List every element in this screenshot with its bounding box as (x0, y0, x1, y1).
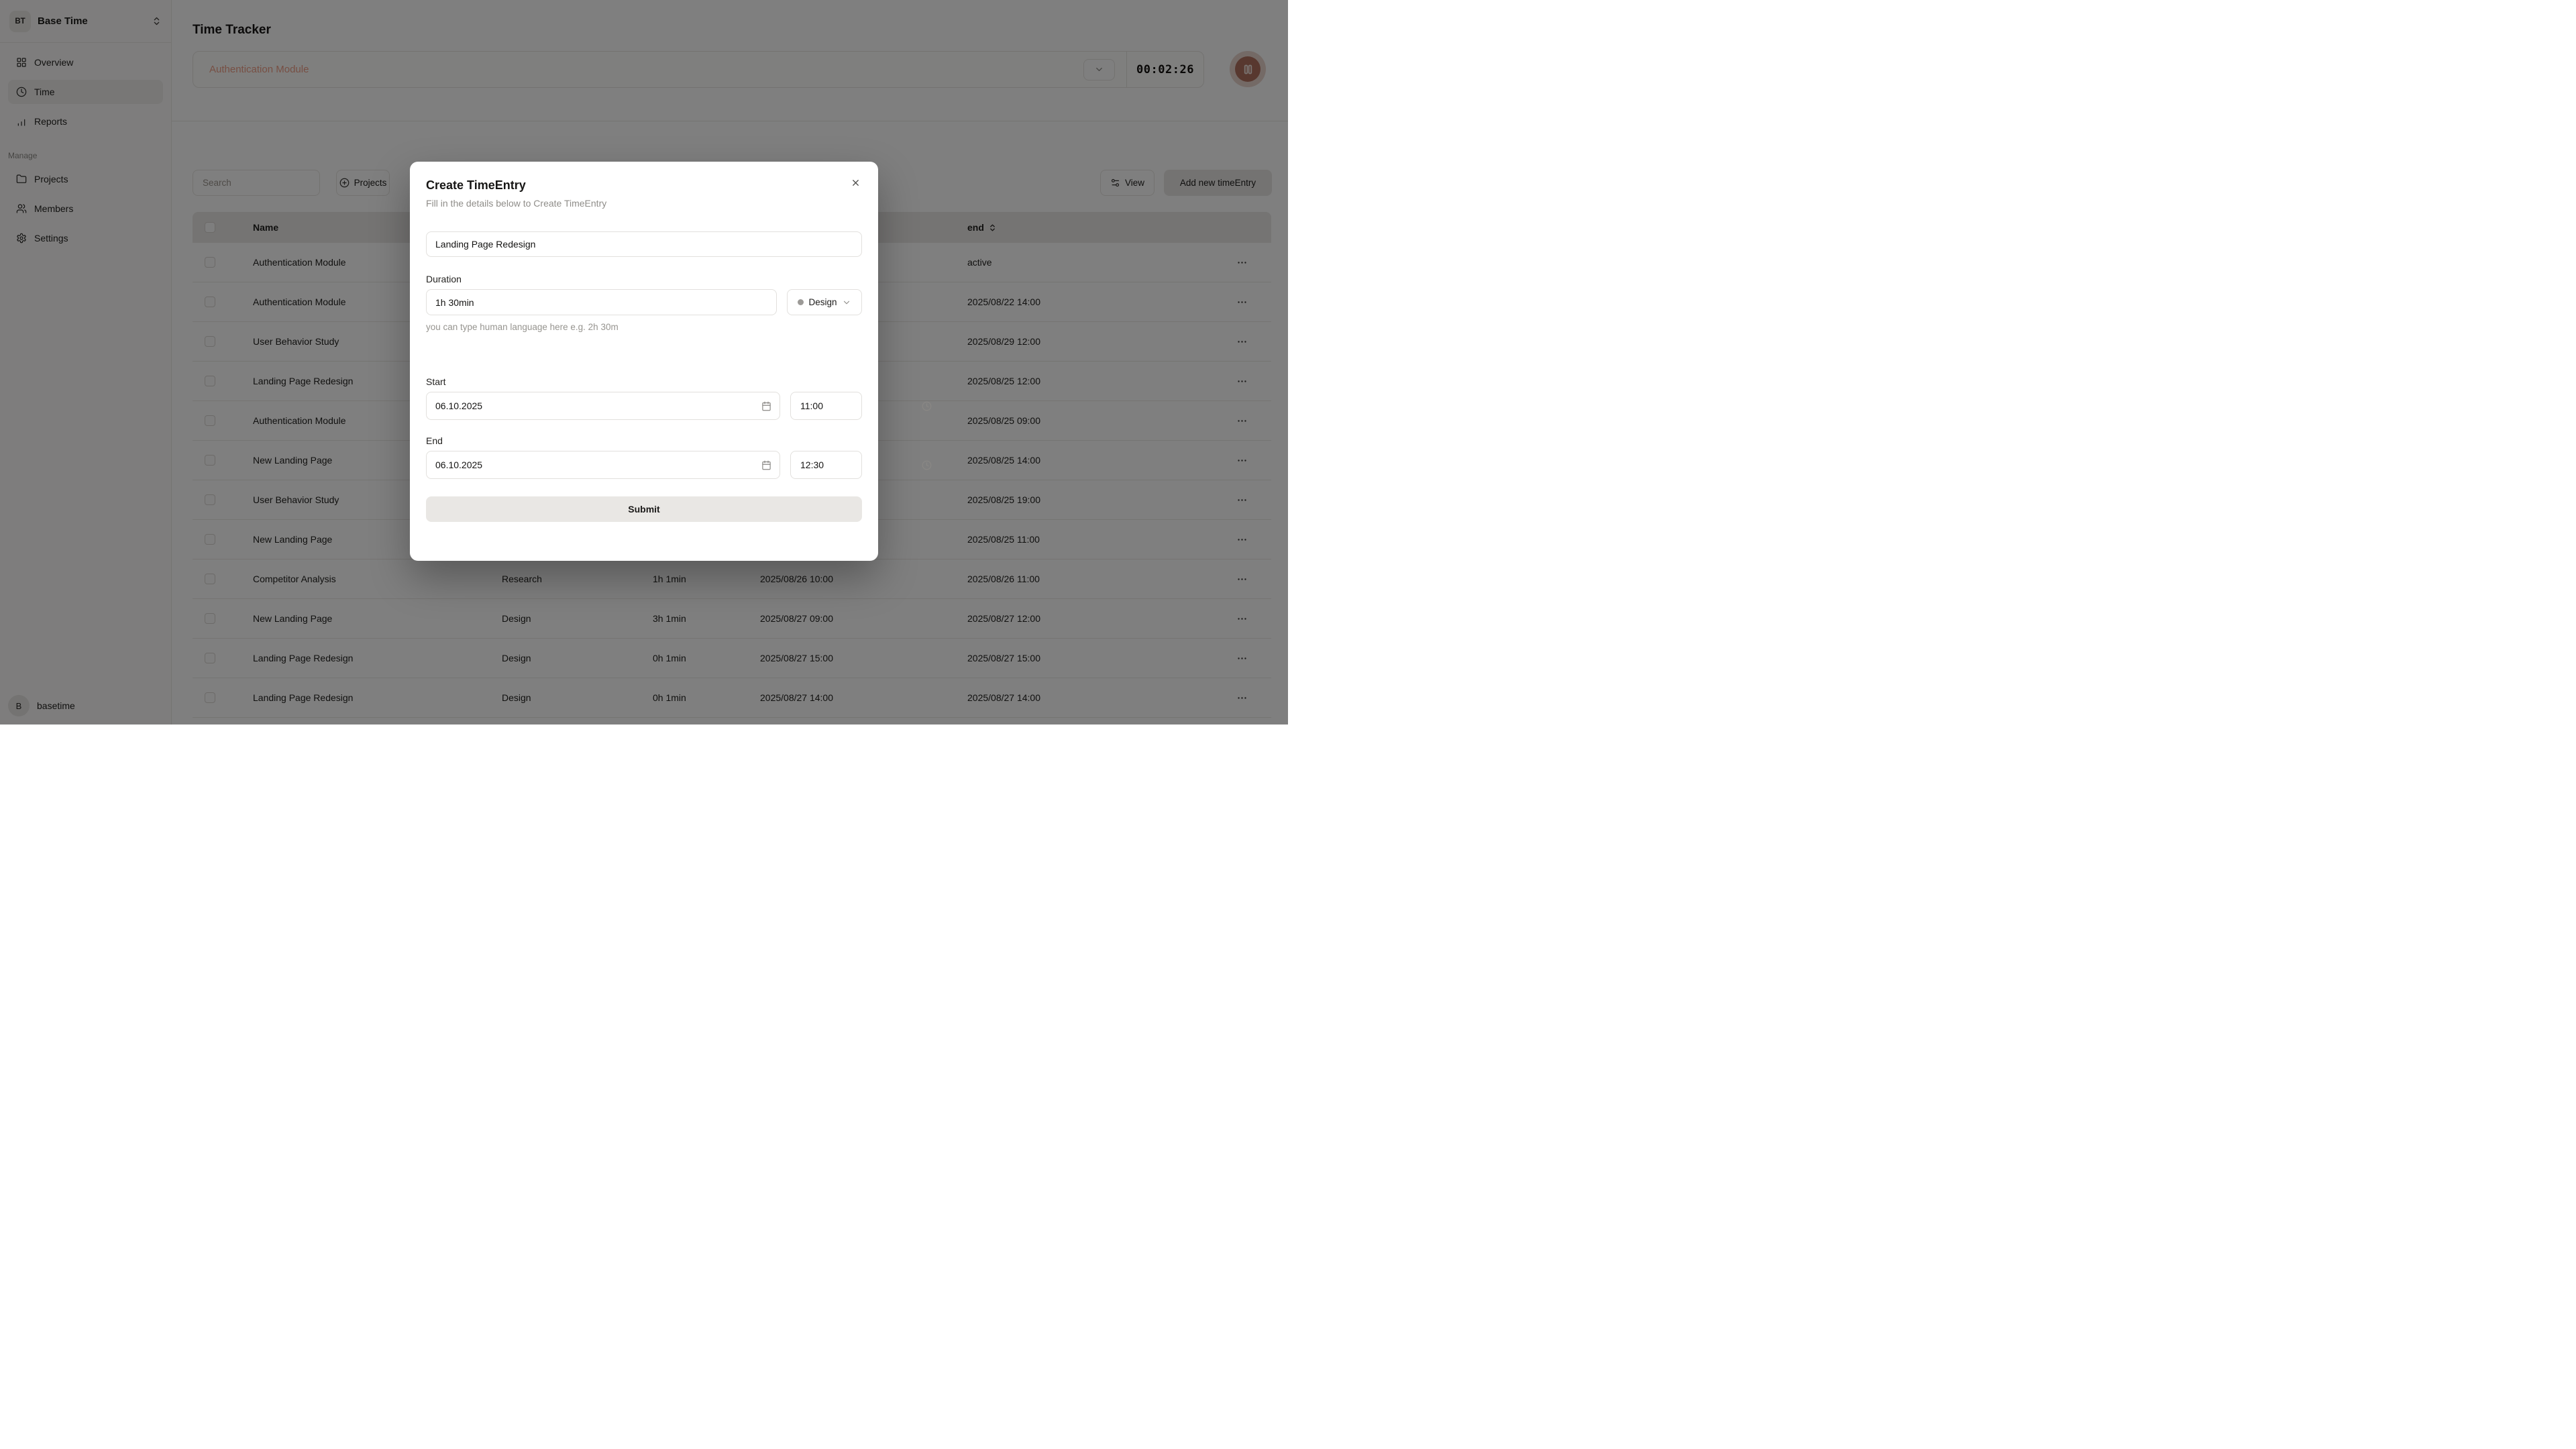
end-label: End (426, 435, 443, 446)
modal-subtitle: Fill in the details below to Create Time… (426, 198, 606, 209)
start-label: Start (426, 376, 446, 387)
chevron-down-icon (842, 298, 851, 307)
start-date-field (426, 392, 780, 420)
modal-title: Create TimeEntry (426, 178, 526, 193)
clock-icon[interactable] (922, 460, 932, 470)
submit-button[interactable]: Submit (426, 496, 862, 522)
project-select-label: Design (808, 297, 837, 307)
close-icon[interactable] (851, 178, 861, 188)
end-time-input[interactable] (791, 451, 922, 478)
clock-icon[interactable] (922, 401, 932, 411)
app-window: BT Base Time OverviewTimeReports Manage … (0, 0, 1288, 724)
calendar-icon[interactable] (761, 460, 771, 470)
calendar-icon[interactable] (761, 401, 771, 411)
duration-helper-text: you can type human language here e.g. 2h… (426, 322, 619, 332)
end-date-field (426, 451, 780, 479)
start-date-input[interactable] (427, 392, 761, 419)
start-time-field (790, 392, 862, 420)
start-time-input[interactable] (791, 392, 922, 419)
duration-label: Duration (426, 274, 462, 284)
create-timeentry-modal: Create TimeEntry Fill in the details bel… (410, 162, 878, 561)
entry-name-input[interactable] (426, 231, 862, 257)
end-date-input[interactable] (427, 451, 761, 478)
end-time-field (790, 451, 862, 479)
project-select[interactable]: Design (787, 289, 862, 315)
duration-input[interactable] (426, 289, 777, 315)
project-color-dot (798, 299, 804, 305)
